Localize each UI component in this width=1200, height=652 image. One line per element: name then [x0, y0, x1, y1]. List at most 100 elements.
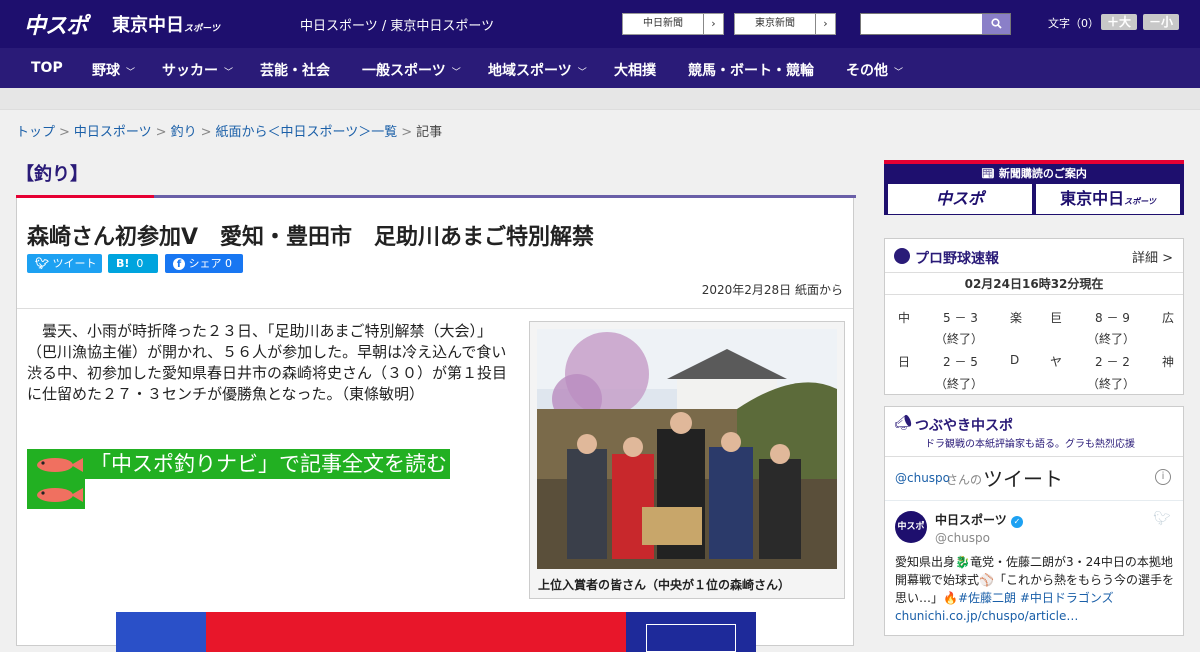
- nav-item-top[interactable]: TOP: [31, 60, 63, 76]
- nav-item-general-sports[interactable]: 一般スポーツ ﹀: [362, 60, 461, 80]
- game-status: （終了）: [1087, 332, 1136, 346]
- tweet-link[interactable]: chunichi.co.jp/chuspo/article…: [895, 609, 1078, 623]
- tweet-author-text: 中日スポーツ: [935, 513, 1007, 527]
- game-away: 神: [1162, 355, 1175, 369]
- breadcrumb-link-fishing[interactable]: 釣り: [171, 125, 197, 140]
- game-score[interactable]: 2 － 2: [1095, 353, 1130, 370]
- tweet-author-name[interactable]: 中日スポーツ ✓: [935, 511, 1023, 528]
- chevron-down-icon: ﹀: [577, 68, 587, 78]
- breadcrumb-separator: >: [200, 125, 212, 140]
- subscription-ad: 📰︎ 新聞購読のご案内 中スポ 東京中日スポーツ: [884, 160, 1184, 215]
- article-headline: 森崎さん初参加V 愛知・豊田市 足助川あまご特別解禁: [27, 225, 595, 250]
- twitter-box: 📣︎ つぶやき中スポ ドラ観戦の本紙評論家も語る。グラも熱烈応援 @chuspo…: [884, 406, 1184, 636]
- photo-image: [537, 329, 837, 569]
- search-button[interactable]: [982, 14, 1010, 34]
- timeline-user-link[interactable]: @chuspo: [895, 471, 950, 485]
- article-photo[interactable]: 上位入賞者の皆さん（中央が１位の森崎さん）: [529, 321, 845, 599]
- twitter-box-title: つぶやき中スポ: [915, 418, 1013, 434]
- font-larger-button[interactable]: ＋大: [1101, 14, 1137, 30]
- search-input[interactable]: [860, 13, 1011, 35]
- hatena-icon: B!: [116, 257, 130, 270]
- breadcrumb-link-list[interactable]: 紙面から＜中日スポーツ＞一覧: [216, 125, 398, 140]
- nav-item-racing[interactable]: 競馬・ボート・競輪: [688, 60, 814, 80]
- game-score[interactable]: 2 － 5: [943, 353, 978, 370]
- facebook-share-button[interactable]: f シェア 0: [165, 254, 243, 273]
- nav-item-regional-sports[interactable]: 地域スポーツ ﹀: [488, 60, 587, 80]
- twitter-box-subtitle: ドラ観戦の本紙評論家も語る。グラも熱烈応援: [925, 439, 1135, 450]
- baseball-games: 中 5 － 3 楽 （終了） 巨 8 － 9 広 （終了） 日 2 － 5 D …: [885, 295, 1183, 395]
- nav-item-entertainment[interactable]: 芸能・社会: [260, 60, 330, 80]
- twitter-icon: 🐦︎: [35, 257, 49, 270]
- chunichi-shimbun-button[interactable]: 中日新聞 ›: [622, 13, 724, 35]
- font-size-label: 文字（0）: [1048, 17, 1099, 30]
- twitter-bird-icon: 🐦︎: [1153, 511, 1171, 527]
- nav-label: 大相撲: [614, 63, 656, 79]
- chevron-down-icon: ﹀: [894, 68, 904, 78]
- nav-item-soccer[interactable]: サッカー ﹀: [162, 60, 233, 80]
- tokyo-chunichi-logo[interactable]: 東京中日スポーツ: [112, 11, 220, 37]
- article-date: 2020年2月28日 紙面から: [701, 283, 843, 297]
- newspaper-icon: 📰︎: [981, 167, 996, 180]
- info-icon[interactable]: i: [1155, 469, 1171, 485]
- baseball-scores-box: プロ野球速報 詳細 > 02月24日16時32分現在 中 5 － 3 楽 （終了…: [884, 238, 1184, 395]
- banner-red-panel: [206, 612, 626, 652]
- top-header: 中スポ 東京中日スポーツ 中日スポーツ / 東京中日スポーツ 中日新聞 › 東京…: [0, 0, 1200, 48]
- tweet-button[interactable]: 🐦︎ ツイート: [27, 254, 102, 273]
- nav-label: サッカー: [162, 63, 218, 79]
- nav-label: 芸能・社会: [260, 63, 330, 79]
- game-status: （終了）: [935, 332, 984, 346]
- font-smaller-button[interactable]: －小: [1143, 14, 1179, 30]
- banner-button: [646, 624, 736, 652]
- navi-link-row: 「中スポ釣りナビ」で記事全文を読む: [27, 449, 450, 479]
- baseball-detail-link[interactable]: 詳細 >: [1132, 247, 1173, 266]
- breadcrumb: トップ > 中日スポーツ > 釣り > 紙面から＜中日スポーツ＞一覧 > 記事: [16, 121, 442, 140]
- tokyo-shimbun-button[interactable]: 東京新聞 ›: [734, 13, 836, 35]
- breadcrumb-link-top[interactable]: トップ: [16, 125, 55, 140]
- navi-link-text: 「中スポ釣りナビ」で記事全文を読む: [90, 452, 447, 476]
- grey-strip: [0, 88, 1200, 110]
- accent-line: [154, 195, 856, 198]
- tokyo-sub-sub: スポーツ: [1124, 197, 1156, 206]
- site-title[interactable]: 中日スポーツ / 東京中日スポーツ: [300, 15, 494, 34]
- game-score[interactable]: 5 － 3: [943, 309, 978, 326]
- search-icon: [990, 18, 1002, 29]
- baseball-title: プロ野球速報: [915, 251, 999, 267]
- tokyo-logo-sub: スポーツ: [184, 24, 220, 34]
- tokyo-shimbun-label: 東京新聞: [755, 18, 795, 29]
- chevron-right-icon: ›: [815, 14, 835, 34]
- avatar[interactable]: 中スポ: [895, 511, 927, 543]
- baseball-header: プロ野球速報 詳細 >: [885, 239, 1183, 273]
- banner-logo: [116, 612, 206, 652]
- tweet-hashtags[interactable]: #佐藤二朗 #中日ドラゴンズ: [958, 591, 1114, 605]
- ad-banner[interactable]: [116, 612, 756, 652]
- game-home: 中: [898, 311, 911, 325]
- tokyo-logo-text: 東京中日: [112, 15, 184, 36]
- nav-item-baseball[interactable]: 野球 ﹀: [92, 60, 135, 80]
- tokyo-chunichi-subscribe-button[interactable]: 東京中日スポーツ: [1036, 184, 1180, 214]
- ad-title-text: 新聞購読のご案内: [998, 167, 1087, 180]
- game-away: 広: [1162, 311, 1175, 325]
- nav-label: その他: [846, 63, 888, 79]
- hatena-count: 0: [136, 257, 144, 270]
- nav-item-sumo[interactable]: 大相撲: [614, 60, 656, 80]
- fishing-navi-link[interactable]: 「中スポ釣りナビ」で記事全文を読む: [27, 449, 503, 509]
- tweet-label: ツイート: [52, 257, 97, 270]
- game-score[interactable]: 8 － 9: [1095, 309, 1130, 326]
- breadcrumb-link-chunichi-sports[interactable]: 中日スポーツ: [74, 125, 152, 140]
- tweet-author-handle[interactable]: @chuspo: [935, 531, 990, 545]
- facebook-share-count: 0: [225, 257, 232, 270]
- timeline-title: ツイート: [983, 467, 1063, 491]
- tweet-text: 愛知県出身🐉竜党・佐藤二朗が3・24中日の本拠地開幕戦で始球式⚾「これから熱をも…: [895, 553, 1177, 625]
- hatena-bookmark-button[interactable]: B! 0: [108, 254, 158, 273]
- game-away: 楽: [1010, 311, 1023, 325]
- chunichi-shimbun-label: 中日新聞: [643, 18, 683, 29]
- chuspo-logo[interactable]: 中スポ: [24, 8, 88, 40]
- nav-item-other[interactable]: その他 ﹀: [846, 60, 903, 80]
- megaphone-icon: 📣︎: [894, 415, 912, 431]
- fish-icon: [37, 458, 83, 472]
- twitter-box-header: 📣︎ つぶやき中スポ ドラ観戦の本紙評論家も語る。グラも熱烈応援: [885, 407, 1183, 457]
- game-status: （終了）: [935, 377, 984, 391]
- game-home: 日: [898, 355, 911, 369]
- fish-icon: [37, 488, 83, 502]
- chuspo-subscribe-button[interactable]: 中スポ: [888, 184, 1032, 214]
